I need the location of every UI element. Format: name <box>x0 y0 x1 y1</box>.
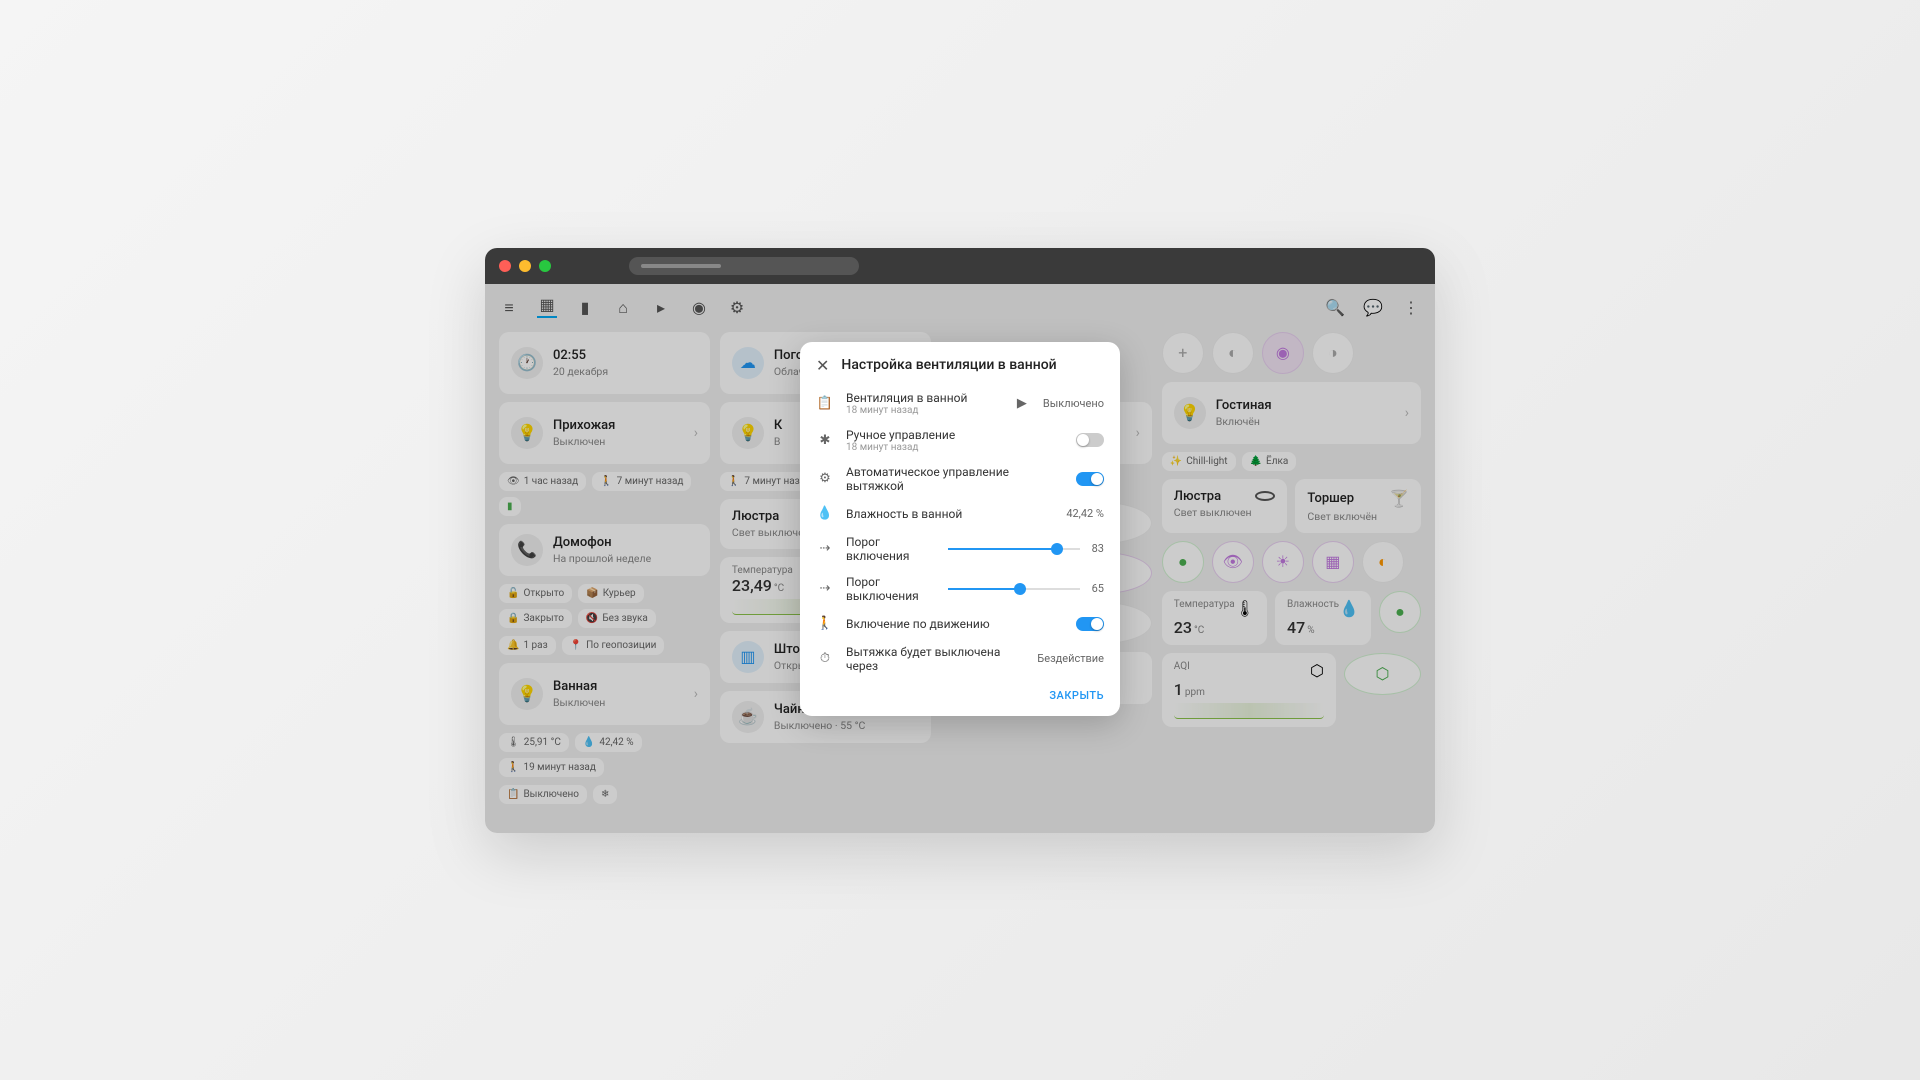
traffic-min[interactable] <box>519 260 531 272</box>
traffic-max[interactable] <box>539 260 551 272</box>
thresh-on-slider[interactable] <box>948 548 1080 550</box>
motion-row: 🚶 Включение по движению <box>800 609 1120 639</box>
manual-toggle[interactable] <box>1076 433 1104 447</box>
timer-icon: ⏱ <box>816 651 834 666</box>
script-icon: 📋 <box>816 396 834 411</box>
titlebar <box>485 248 1435 284</box>
thresh-off-slider[interactable] <box>948 588 1080 590</box>
close-button[interactable]: ЗАКРЫТЬ <box>1049 689 1104 702</box>
app-root: ≡ ▦ ▮ ⌂ ▸ ◉ ⚙ 🔍 💬 ⋮ 🕐 02:55 20 декабря <box>485 284 1435 833</box>
timer-row[interactable]: ⏱ Вытяжка будет выключена через Бездейст… <box>800 639 1120 679</box>
thresh-off-row: ⇢ Порог выключения 65 <box>800 569 1120 609</box>
url-bar[interactable] <box>629 257 859 275</box>
auto-row: ⚙ Автоматическое управление вытяжкой <box>800 459 1120 499</box>
vent-row[interactable]: 📋 Вентиляция в ванной 18 минут назад ▶ В… <box>800 385 1120 422</box>
slider-icon: ⇢ <box>816 581 834 596</box>
auto-toggle[interactable] <box>1076 472 1104 486</box>
auto-icon: ⚙ <box>816 471 834 486</box>
thresh-on-row: ⇢ Порог включения 83 <box>800 529 1120 569</box>
traffic-close[interactable] <box>499 260 511 272</box>
manual-row: ✱ Ручное управление 18 минут назад <box>800 422 1120 459</box>
slider-icon: ⇢ <box>816 541 834 556</box>
humidity-row: 💧 Влажность в ванной 42,42 % <box>800 499 1120 529</box>
ventilation-dialog: ✕ Настройка вентиляции в ванной 📋 Вентил… <box>800 342 1120 716</box>
drop-icon: 💧 <box>816 506 834 521</box>
motion-icon: 🚶 <box>816 616 834 631</box>
fan-icon: ✱ <box>816 433 834 448</box>
browser-window: ≡ ▦ ▮ ⌂ ▸ ◉ ⚙ 🔍 💬 ⋮ 🕐 02:55 20 декабря <box>485 248 1435 833</box>
motion-toggle[interactable] <box>1076 617 1104 631</box>
dialog-title: Настройка вентиляции в ванной <box>841 357 1056 373</box>
close-icon[interactable]: ✕ <box>816 356 829 375</box>
play-icon[interactable]: ▶ <box>1013 396 1031 411</box>
